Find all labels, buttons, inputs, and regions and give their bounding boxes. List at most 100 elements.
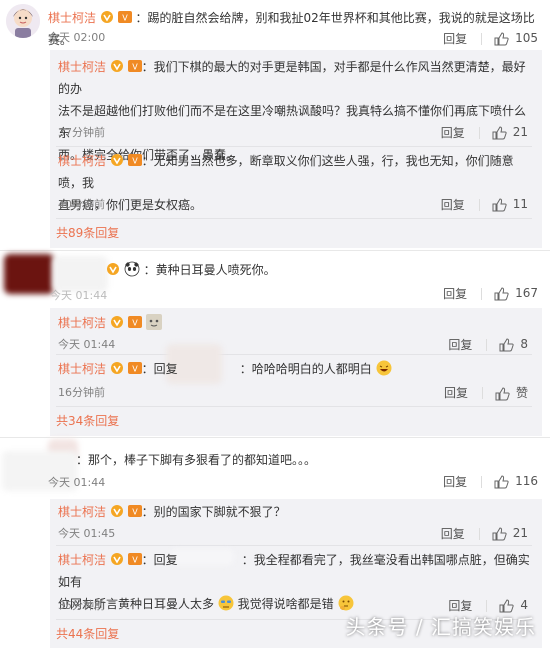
thumbs-up-icon [492, 527, 507, 541]
svg-text:V: V [132, 365, 138, 374]
reply-actions: 回复 8 [448, 336, 528, 353]
avatar[interactable] [6, 4, 40, 38]
comment-text: ：那个，棒子下脚有多狠看了的都知道吧。。。 [76, 453, 317, 467]
reply-item: 棋士柯洁 V ：回复 ：我全程都看完了，我丝毫没看出韩国哪点脏，但确实如有 位网友所… [50, 545, 542, 619]
username-link[interactable]: 棋士柯洁 [58, 316, 106, 330]
reply-list: 棋士柯洁 V ：我们下棋的最大的对手更是韩国，对手都是什么作风当然更清楚，最好的办… [50, 50, 542, 248]
comment-line: ：那个，棒子下脚有多狠看了的都知道吧。。。 [76, 449, 316, 471]
svg-text:V: V [132, 508, 138, 517]
reply-time: 40分钟前 [58, 198, 105, 211]
reply-text-block: 棋士柯洁 V ：回复 ：哈哈哈明白的人都明白 [58, 358, 536, 380]
like-button[interactable]: 赞 [495, 384, 528, 401]
thumbs-up-icon [499, 338, 514, 352]
divider [56, 406, 532, 407]
reply-time: 今天 01:45 [58, 527, 116, 540]
like-button[interactable]: 105 [494, 31, 538, 46]
divider [478, 198, 480, 211]
like-button[interactable]: 11 [492, 197, 528, 212]
svg-text:V: V [132, 157, 138, 166]
username-link[interactable]: 棋士柯洁 [58, 60, 106, 74]
comment-actions: 回复 105 [443, 30, 538, 47]
more-replies-link[interactable]: 共89条回复 [56, 224, 119, 241]
thumbs-up-icon [494, 475, 509, 489]
verified-badge-icon [110, 505, 123, 517]
divider [486, 338, 488, 351]
like-button[interactable]: 8 [499, 337, 528, 352]
like-count: 21 [512, 125, 528, 140]
username-link[interactable]: 棋士柯洁 [58, 553, 106, 567]
like-count: 105 [515, 31, 538, 46]
verified-badge-icon [110, 154, 123, 166]
comment-item: ：黄种日耳曼人喷死你。 今天 01:44 回复 167 棋士柯洁 V 今天 01… [0, 250, 550, 440]
verified-badge-icon [110, 60, 123, 72]
reply-button[interactable]: 回复 [441, 124, 465, 141]
level-badge-icon: V [127, 362, 142, 374]
comment-time: 今天 01:44 [50, 289, 108, 302]
reply-actions: 回复 11 [441, 196, 528, 213]
divider [478, 527, 480, 540]
divider [478, 126, 480, 139]
username-link[interactable]: 棋士柯洁 [48, 11, 96, 25]
comment-line: ：黄种日耳曼人喷死你。 [106, 259, 276, 281]
verified-badge-icon [110, 362, 123, 374]
sweat-emoji-icon [218, 595, 234, 611]
divider [481, 287, 483, 300]
reply-text: ：哈哈哈明白的人都明白 [239, 362, 372, 376]
like-button[interactable]: 21 [492, 125, 528, 140]
more-replies-link[interactable]: 共34条回复 [56, 412, 119, 429]
reply-text: 我觉得说啥都是错 [237, 597, 334, 611]
reply-button[interactable]: 回复 [441, 196, 465, 213]
reply-button[interactable]: 回复 [444, 384, 468, 401]
reply-text-block: 棋士柯洁 V ：别的国家下脚就不狠了？ [58, 501, 286, 523]
like-count: 赞 [515, 386, 528, 400]
reply-button[interactable]: 回复 [448, 336, 472, 353]
like-button[interactable]: 167 [494, 286, 538, 301]
svg-text:V: V [122, 14, 128, 23]
divider [56, 218, 532, 219]
level-badge-icon: V [127, 553, 142, 565]
verified-badge-icon [100, 11, 113, 23]
level-badge-icon: V [127, 505, 142, 517]
comment-actions: 回复 116 [443, 473, 538, 490]
svg-text:V: V [132, 319, 138, 328]
like-button[interactable]: 21 [492, 526, 528, 541]
reply-item: 棋士柯洁 V 今天 01:44 回复 8 [50, 308, 542, 354]
reply-item: 棋士柯洁 V ：无知男当然也多，断章取义你们这些人强，行，我也无知，你们随意喷，我… [50, 146, 542, 218]
username-link[interactable]: 棋士柯洁 [58, 505, 106, 519]
reply-button[interactable]: 回复 [443, 30, 467, 47]
laughing-emoji-icon [376, 360, 392, 376]
reply-button[interactable]: 回复 [443, 473, 467, 490]
like-count: 21 [512, 526, 528, 541]
thumbs-up-icon [492, 198, 507, 212]
reply-time: 35分钟前 [58, 599, 105, 612]
like-button[interactable]: 116 [494, 474, 538, 489]
thumbs-up-icon [494, 287, 509, 301]
like-count: 11 [512, 197, 528, 212]
divider [481, 32, 483, 45]
comment-actions: 回复 167 [443, 285, 538, 302]
comment-text: ：黄种日耳曼人喷死你。 [143, 263, 276, 277]
comment-time: 今天 02:00 [48, 31, 106, 44]
reply-actions: 回复 21 [441, 124, 528, 141]
divider [481, 475, 483, 488]
level-badge-icon: V [127, 154, 142, 166]
thumbs-up-icon [494, 32, 509, 46]
username-link[interactable]: 棋士柯洁 [58, 154, 106, 168]
blurred-avatar [4, 254, 54, 294]
svg-text:V: V [132, 63, 138, 72]
more-replies-link[interactable]: 共44条回复 [56, 625, 119, 642]
reply-item: 棋士柯洁 V ：回复 ：哈哈哈明白的人都明白 16分钟前 回复 赞 [50, 344, 542, 406]
reply-item: 棋士柯洁 V ：别的国家下脚就不狠了？ 今天 01:45 回复 21 [50, 499, 542, 545]
divider [486, 599, 488, 612]
comment-time: 今天 01:44 [48, 476, 106, 489]
reply-text-block: 棋士柯洁 V [58, 312, 162, 334]
svg-text:V: V [132, 556, 138, 565]
thumbs-up-icon [492, 126, 507, 140]
panda-icon [124, 261, 140, 277]
reply-time: 今天 01:44 [58, 338, 116, 351]
reply-text: ：别的国家下脚就不狠了？ [141, 505, 286, 519]
reply-button[interactable]: 回复 [441, 525, 465, 542]
username-link[interactable]: 棋士柯洁 [58, 362, 106, 376]
reply-text: ：回复 [141, 553, 178, 567]
reply-button[interactable]: 回复 [443, 285, 467, 302]
